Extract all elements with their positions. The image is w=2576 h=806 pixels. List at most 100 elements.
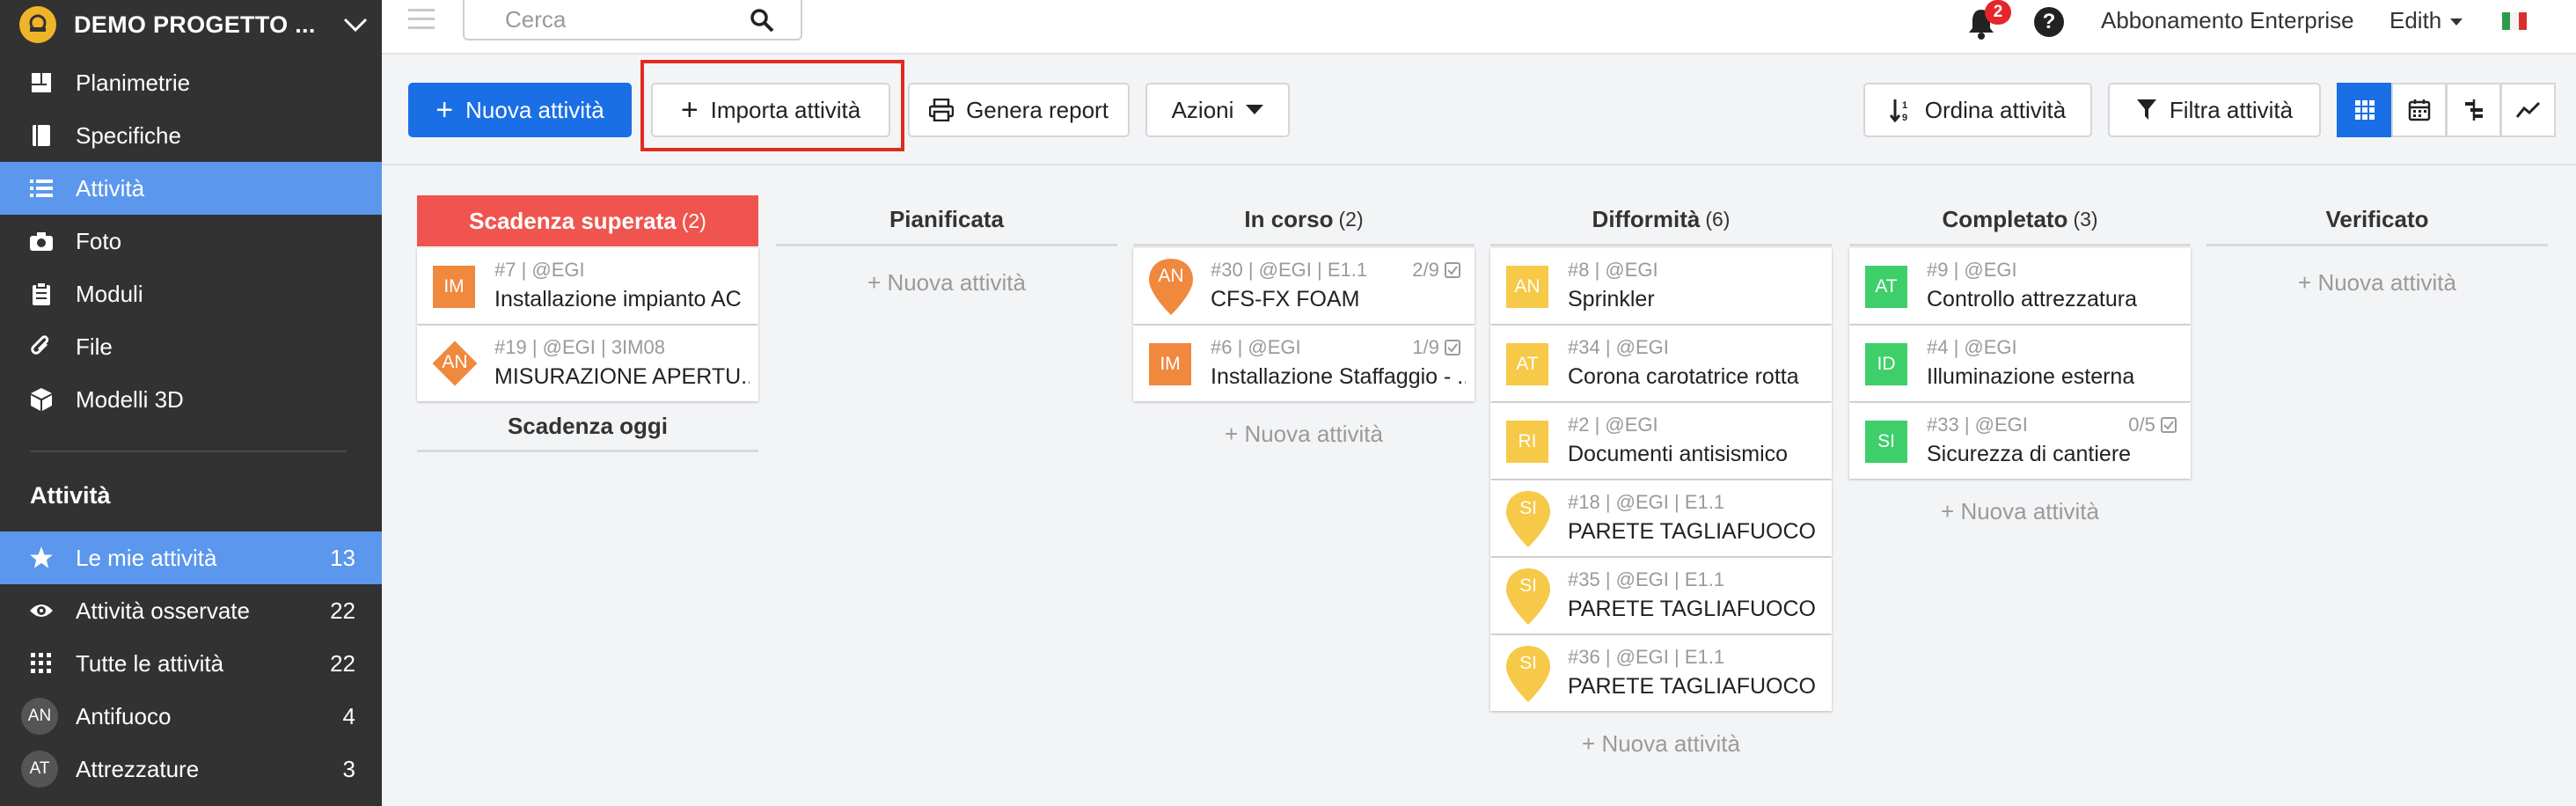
sort-activities-button[interactable]: 19 Ordina attività [1863,83,2092,137]
activity-card[interactable]: IM #7 | @EGI Installazione impianto AC [417,248,758,324]
add-activity-link[interactable]: + Nuova attività [1133,421,1475,448]
activity-card[interactable]: SI #18 | @EGI | E1.1 PARETE TAGLIAFUOCO [1490,480,1832,556]
logo-icon [19,6,56,43]
card-title: CFS-FX FOAM [1211,287,1360,311]
sidebar-item-all-activities[interactable]: Tutte le attività 22 [0,637,382,690]
floorplan-icon [28,70,55,96]
gantt-view-button[interactable] [2446,83,2501,137]
activity-card[interactable]: AN #19 | @EGI | 3IM08 MISURAZIONE APERTU..… [417,326,758,401]
sidebar-item-planimetrie[interactable]: Planimetrie [0,56,382,109]
column-title: Scadenza superata [469,207,677,234]
filter-icon [2136,99,2156,120]
search-input[interactable]: Cerca [463,0,802,40]
calendar-view-button[interactable] [2391,83,2447,137]
new-activity-label: Nuova attività [465,96,604,123]
avatar: AN [21,698,58,735]
sidebar-item-attivita[interactable]: Attività [0,162,382,215]
help-icon[interactable]: ? [2034,7,2064,37]
add-activity-link[interactable]: + Nuova attività [776,269,1117,297]
badge-label: AN [442,352,468,372]
sidebar-item-antifuoco[interactable]: AN Antifuoco 4 [0,690,382,743]
italian-flag-icon[interactable] [2502,12,2527,30]
add-activity-link[interactable]: + Nuova attività [2206,269,2548,297]
plus-icon: + [435,93,454,127]
column-header: Verificato [2206,195,2548,246]
card-meta: #4 | @EGI [1927,336,2017,358]
sidebar-item-moduli[interactable]: Moduli [0,267,382,320]
column-header: Difformità (6) [1490,195,1832,246]
svg-text:9: 9 [1902,113,1907,122]
sidebar-item-foto[interactable]: Foto [0,215,382,267]
actions-dropdown[interactable]: Azioni [1145,83,1290,137]
user-name: Edith [2389,7,2442,33]
card-meta: #33 | @EGI [1927,414,2028,436]
sidebar-item-specifiche[interactable]: Specifiche [0,109,382,162]
checkbox-icon [1439,336,1460,358]
sidebar-item-label: Le mie attività [76,544,217,571]
menu-icon[interactable] [408,9,435,35]
checklist-count: 0/5 [2128,414,2155,436]
badge-label: AN [1158,266,1184,286]
badge-label: SI [1519,653,1537,673]
activity-card[interactable]: AT #9 | @EGI Controllo attrezzatura [1849,248,2191,324]
filter-activities-button[interactable]: Filtra attività [2108,83,2321,137]
generate-report-label: Genera report [966,96,1109,123]
column-title: Scadenza oggi [507,413,669,439]
sidebar-item-modelli-3d[interactable]: Modelli 3D [0,373,382,426]
checkbox-icon [1439,259,1460,281]
column-title: In corso [1244,206,1334,232]
notification-count-badge: 2 [1985,0,2011,25]
activity-card[interactable]: IM #6 | @EGI Installazione Staffaggio - ..… [1133,326,1475,401]
activity-card[interactable]: AN #30 | @EGI | E1.1 CFS-FX FOAM 2/9 [1133,248,1475,324]
line-chart-icon [2515,101,2540,118]
book-icon [28,122,55,149]
checkbox-icon [2155,414,2177,436]
square-badge-icon: AT [1865,266,1907,308]
sidebar-item-attrezzature[interactable]: AT Attrezzature 3 [0,743,382,795]
sidebar-item-label: Attrezzature [76,755,200,782]
list-icon [28,175,55,202]
add-activity-link[interactable]: + Nuova attività [1490,730,1832,758]
activity-card[interactable]: SI #33 | @EGI Sicurezza di cantiere 0/5 [1849,403,2191,479]
card-title: Documenti antisismico [1568,442,1789,466]
chart-view-button[interactable] [2500,83,2556,137]
new-activity-button[interactable]: + Nuova attività [408,83,632,137]
activity-card[interactable]: ID #4 | @EGI Illuminazione esterna [1849,326,2191,401]
sidebar-item-watched-activities[interactable]: Attività osservate 22 [0,584,382,637]
activity-card[interactable]: SI #36 | @EGI | E1.1 PARETE TAGLIAFUOCO [1490,635,1832,711]
card-meta: #8 | @EGI [1568,259,1658,281]
camera-icon [28,228,55,254]
square-badge-icon: ID [1865,343,1907,385]
activity-card[interactable]: AT #34 | @EGI Corona carotatrice rotta [1490,326,1832,401]
card-meta: #9 | @EGI [1927,259,2017,281]
svg-text:1: 1 [1902,100,1907,111]
user-menu[interactable]: Edith [2389,7,2463,34]
activity-card[interactable]: RI #2 | @EGI Documenti antisismico [1490,403,1832,479]
card-title: Installazione Staffaggio - ... [1211,364,1466,389]
card-meta: #2 | @EGI [1568,414,1658,436]
square-badge-icon: SI [1865,421,1907,463]
activity-card[interactable]: AN #8 | @EGI Sprinkler [1490,248,1832,324]
card-meta: #18 | @EGI | E1.1 [1568,491,1725,513]
sidebar-item-file[interactable]: File [0,320,382,373]
clipboard-icon [28,281,55,307]
project-selector[interactable]: DEMO PROGETTO ... [0,0,382,49]
card-title: Sprinkler [1568,287,1655,311]
add-activity-link[interactable]: + Nuova attività [1849,498,2191,525]
card-title: PARETE TAGLIAFUOCO [1568,674,1816,699]
activity-card[interactable]: SI #35 | @EGI | E1.1 PARETE TAGLIAFUOCO [1490,558,1832,634]
generate-report-button[interactable]: Genera report [908,83,1130,137]
sidebar-item-count: 22 [330,597,355,624]
sidebar-section-title: Attività [30,482,111,509]
checklist-count: 1/9 [1412,336,1439,358]
search-icon[interactable] [750,8,774,33]
column-header: Scadenza superata (2) [417,195,758,246]
avatar: AT [21,751,58,788]
square-badge-icon: IM [433,266,475,308]
board-view-button[interactable] [2337,83,2392,137]
card-title: Installazione impianto AC [494,287,742,311]
sidebar-item-my-activities[interactable]: Le mie attività 13 [0,531,382,584]
pin-badge-icon: AN [1147,257,1195,317]
grid-dots-icon [28,650,55,677]
actions-label: Azioni [1171,96,1234,123]
